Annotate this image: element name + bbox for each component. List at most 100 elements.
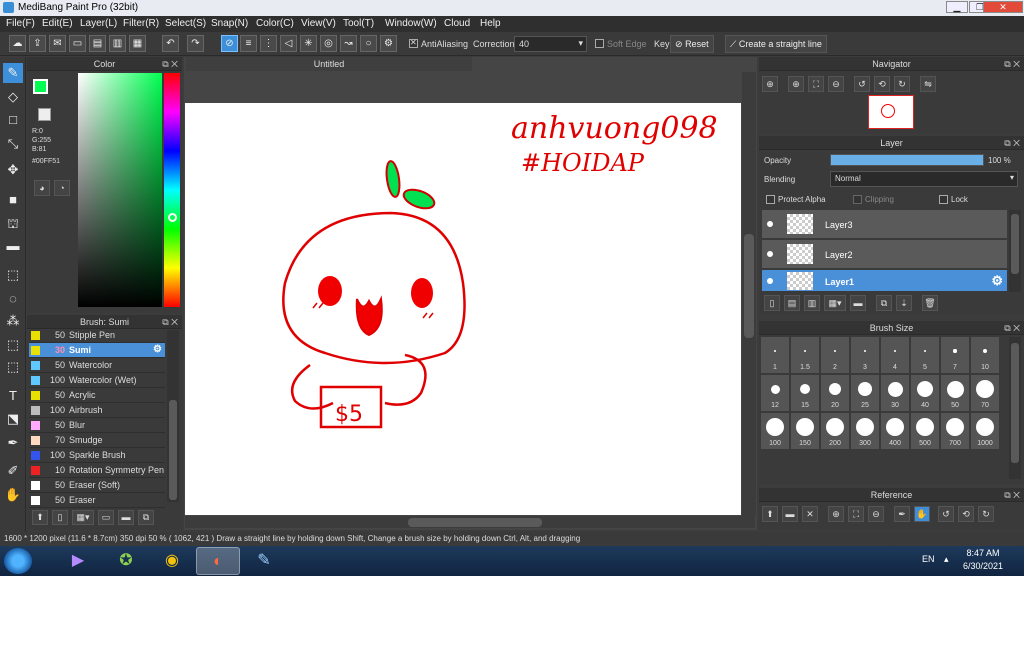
brush-folder-icon[interactable]: ▬ bbox=[118, 510, 134, 525]
correction-select[interactable]: 40 ▾ bbox=[514, 36, 587, 52]
brush-size-option[interactable]: 10 bbox=[971, 337, 999, 373]
layers-icon[interactable]: ▥ bbox=[109, 35, 126, 52]
canvas-horizontal-scroll-thumb[interactable] bbox=[408, 518, 542, 527]
brush-size-option[interactable]: 300 bbox=[851, 413, 879, 449]
new-halftone-layer-icon[interactable]: ▤ bbox=[784, 295, 800, 311]
comment-icon[interactable]: ✉ bbox=[49, 35, 66, 52]
menu-filter[interactable]: Filter(R) bbox=[123, 18, 159, 29]
rotate-reset-icon[interactable]: ⟲ bbox=[874, 76, 890, 92]
tray-arrow-icon[interactable]: ▴ bbox=[944, 554, 949, 565]
brush-size-option[interactable]: 3 bbox=[851, 337, 879, 373]
ref-rotate-left-icon[interactable]: ↺ bbox=[938, 506, 954, 522]
visual-studio-taskbar-icon[interactable]: ▶ bbox=[56, 547, 100, 575]
ref-rotate-right-icon[interactable]: ↻ bbox=[978, 506, 994, 522]
perspective-snap-icon[interactable]: ◁ bbox=[280, 35, 297, 52]
layer-list-scroll-thumb[interactable] bbox=[1011, 214, 1019, 274]
antialiasing-checkbox[interactable] bbox=[409, 38, 418, 48]
drawing-canvas[interactable]: anhvuong098 #HOIDAP $5 bbox=[185, 103, 741, 515]
pen-tool-icon[interactable]: ✐ bbox=[3, 461, 23, 481]
transform-tool-icon[interactable]: ✥ bbox=[3, 160, 23, 180]
lock-checkbox[interactable] bbox=[939, 195, 948, 204]
layer-row-layer2[interactable]: Layer2 bbox=[762, 240, 1007, 269]
brush-size-scroll-thumb[interactable] bbox=[1011, 343, 1019, 463]
rotate-right-icon[interactable]: ↻ bbox=[894, 76, 910, 92]
brush-size-option[interactable]: 150 bbox=[791, 413, 819, 449]
soft-edge-checkbox[interactable] bbox=[595, 39, 604, 48]
panel-close-icon[interactable]: ⧉ ✕ bbox=[1004, 57, 1020, 71]
zoom-out-icon[interactable]: ⊖ bbox=[828, 76, 844, 92]
clock-time[interactable]: 8:47 AM bbox=[958, 548, 1008, 558]
grid-icon[interactable]: ▦ bbox=[129, 35, 146, 52]
menu-select[interactable]: Select(S) bbox=[165, 18, 206, 29]
minimize-button[interactable]: ▁ bbox=[946, 1, 968, 13]
new-layer-icon[interactable]: ▯ bbox=[764, 295, 780, 311]
layer-row-layer3[interactable]: Layer3 bbox=[762, 210, 1007, 239]
circle-snap-icon[interactable]: ○ bbox=[360, 35, 377, 52]
menu-file[interactable]: File(F) bbox=[6, 18, 35, 29]
brush-list-scrollbar[interactable] bbox=[167, 330, 179, 502]
brush-size-scrollbar[interactable] bbox=[1009, 337, 1021, 479]
rectangle-fill-icon[interactable]: ■ bbox=[3, 190, 23, 210]
panel-close-icon[interactable]: ⧉ ✕ bbox=[1004, 136, 1020, 150]
snap-off-icon[interactable]: ⊘ bbox=[221, 35, 238, 52]
start-button[interactable] bbox=[4, 548, 32, 574]
eyedropper-tool-icon[interactable]: ✒ bbox=[3, 433, 23, 453]
divide-tool-icon[interactable]: ⬔ bbox=[3, 409, 23, 429]
panel-close-icon[interactable]: ⧉ ✕ bbox=[162, 315, 178, 329]
ref-zoom-in-icon[interactable]: ⊕ bbox=[828, 506, 844, 522]
zoom-in-icon[interactable]: ⊕ bbox=[762, 76, 778, 92]
brush-size-option[interactable]: 1 bbox=[761, 337, 789, 373]
reset-button[interactable]: ⊘ Reset bbox=[670, 35, 714, 53]
foreground-color-swatch[interactable] bbox=[33, 79, 48, 94]
brush-size-option[interactable]: 1.5 bbox=[791, 337, 819, 373]
layer-folder-icon[interactable]: ▬ bbox=[850, 295, 866, 311]
menu-snap[interactable]: Snap(N) bbox=[211, 18, 248, 29]
brush-item[interactable]: 50 Acrylic bbox=[29, 388, 165, 403]
color-history-icon[interactable]: ◔ bbox=[54, 180, 70, 196]
brush-item[interactable]: 30 Sumi ⚙ bbox=[29, 343, 165, 358]
duplicate-layer-icon[interactable]: ⧉ bbox=[876, 295, 892, 311]
menu-tool[interactable]: Tool(T) bbox=[343, 18, 374, 29]
new-8bit-layer-icon[interactable]: ▥ bbox=[804, 295, 820, 311]
brush-menu-icon[interactable]: ▦▾ bbox=[72, 510, 94, 525]
language-indicator[interactable]: EN bbox=[922, 554, 935, 564]
brush-size-option[interactable]: 30 bbox=[881, 375, 909, 411]
menu-color[interactable]: Color(C) bbox=[256, 18, 294, 29]
panel-close-icon[interactable]: ⧉ ✕ bbox=[1004, 321, 1020, 335]
chrome-taskbar-icon[interactable]: ◉ bbox=[150, 547, 194, 575]
canvas-tab[interactable]: Untitled bbox=[186, 57, 472, 71]
ref-add-icon[interactable]: ⬆ bbox=[762, 506, 778, 522]
canvas-vertical-scroll-thumb[interactable] bbox=[744, 234, 754, 338]
brush-item[interactable]: 100 Sparkle Brush bbox=[29, 448, 165, 463]
medibang-taskbar-icon[interactable]: ◐ bbox=[196, 547, 240, 575]
settings-icon[interactable]: ⚙ bbox=[380, 35, 397, 52]
add-brush-icon[interactable]: ⬆ bbox=[32, 510, 48, 525]
text-tool-icon[interactable]: T bbox=[3, 386, 23, 406]
layer-row-layer1[interactable]: Layer1 ⚙ bbox=[762, 270, 1007, 292]
merge-layer-icon[interactable]: ⇣ bbox=[896, 295, 912, 311]
layer-list-scrollbar[interactable] bbox=[1009, 210, 1021, 292]
brush-size-option[interactable]: 200 bbox=[821, 413, 849, 449]
curve-snap-icon[interactable]: ↝ bbox=[340, 35, 357, 52]
brush-size-option[interactable]: 50 bbox=[941, 375, 969, 411]
app-taskbar-icon[interactable]: ✪ bbox=[104, 547, 148, 575]
brush-size-option[interactable]: 400 bbox=[881, 413, 909, 449]
saturation-value-picker[interactable] bbox=[78, 73, 162, 307]
brush-item[interactable]: 50 Eraser bbox=[29, 493, 165, 508]
copy-brush-icon[interactable]: ▭ bbox=[98, 510, 114, 525]
brush-item[interactable]: 10 Rotation Symmetry Pen bbox=[29, 463, 165, 478]
brush-size-option[interactable]: 25 bbox=[851, 375, 879, 411]
close-button[interactable]: ✕ bbox=[983, 1, 1023, 13]
dot-tool-icon[interactable]: □ bbox=[3, 110, 23, 130]
brush-size-option[interactable]: 70 bbox=[971, 375, 999, 411]
brush-item[interactable]: 70 Smudge bbox=[29, 433, 165, 448]
menu-window[interactable]: Window(W) bbox=[385, 18, 437, 29]
hue-slider[interactable] bbox=[164, 73, 180, 307]
duplicate-brush-icon[interactable]: ⧉ bbox=[138, 510, 154, 525]
palette-icon[interactable]: ◕ bbox=[34, 180, 50, 196]
clipping-checkbox[interactable] bbox=[853, 195, 862, 204]
undo-icon[interactable]: ↶ bbox=[162, 35, 179, 52]
paint-taskbar-icon[interactable]: ✎ bbox=[242, 547, 286, 575]
brush-size-option[interactable]: 2 bbox=[821, 337, 849, 373]
brush-item[interactable]: 100 Watercolor (Wet) bbox=[29, 373, 165, 388]
